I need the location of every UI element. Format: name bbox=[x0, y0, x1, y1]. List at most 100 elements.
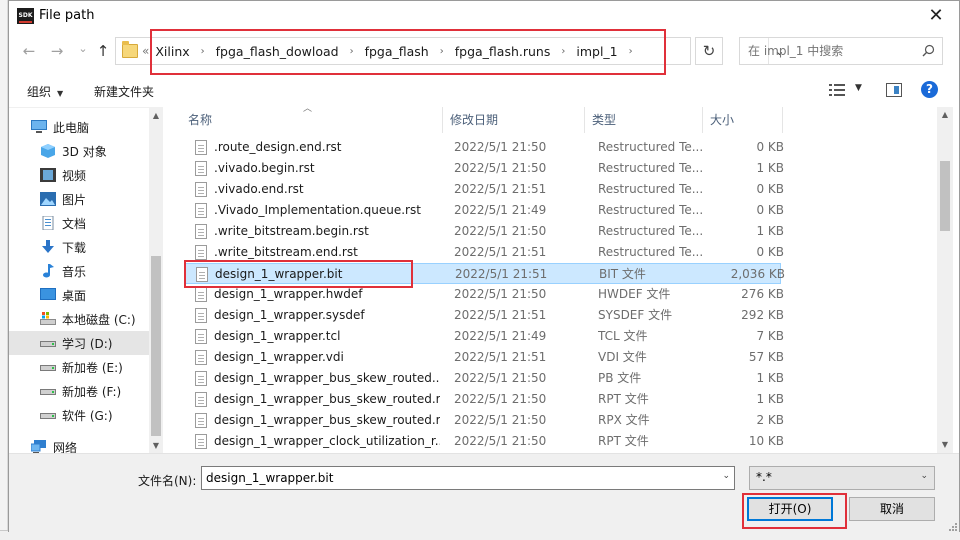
file-row[interactable]: design_1_wrapper_bus_skew_routed.... 202… bbox=[185, 368, 784, 389]
file-row[interactable]: .write_bitstream.end.rst 2022/5/1 21:51 … bbox=[185, 242, 784, 263]
file-row[interactable]: .vivado.begin.rst 2022/5/1 21:50 Restruc… bbox=[185, 158, 784, 179]
sidebar-item-drive-f[interactable]: 新加卷 (F:) bbox=[9, 379, 149, 403]
file-row[interactable]: design_1_wrapper_bus_skew_routed.r... 20… bbox=[185, 410, 784, 431]
chevron-right-icon[interactable]: › bbox=[350, 46, 354, 57]
refresh-icon[interactable]: ↻ bbox=[695, 37, 723, 65]
column-header-size[interactable]: 大小 bbox=[703, 107, 783, 133]
preview-pane-icon[interactable] bbox=[886, 83, 902, 97]
view-caret-down-icon[interactable]: ▼ bbox=[855, 83, 862, 93]
file-row[interactable]: .route_design.end.rst 2022/5/1 21:50 Res… bbox=[185, 137, 784, 158]
breadcrumb-item[interactable]: Xilinx bbox=[155, 44, 189, 59]
window-title: File path bbox=[39, 8, 95, 23]
command-toolbar: 组织 ▼ 新建文件夹 ▼ ? bbox=[9, 73, 959, 107]
file-type: HWDEF 文件 bbox=[598, 287, 671, 301]
file-row[interactable]: .write_bitstream.begin.rst 2022/5/1 21:5… bbox=[185, 221, 784, 242]
file-row-selected[interactable]: design_1_wrapper.bit 2022/5/1 21:51 BIT … bbox=[185, 263, 785, 284]
file-row[interactable]: .Vivado_Implementation.queue.rst 2022/5/… bbox=[185, 200, 784, 221]
search-box[interactable] bbox=[739, 37, 943, 65]
scroll-down-icon[interactable]: ▼ bbox=[149, 438, 163, 454]
close-icon[interactable]: ✕ bbox=[919, 4, 953, 28]
sidebar-item-label: 图片 bbox=[62, 192, 87, 207]
organize-label: 组织 bbox=[27, 85, 52, 99]
column-header-date[interactable]: 修改日期 bbox=[443, 107, 585, 133]
column-header-type[interactable]: 类型 bbox=[585, 107, 703, 133]
sidebar-item-label: 软件 (G:) bbox=[62, 408, 113, 423]
chevron-right-icon[interactable]: › bbox=[440, 46, 444, 57]
dialog-footer: 文件名(N): design_1_wrapper.bit ⌄ *.* ⌄ 打开(… bbox=[9, 453, 959, 533]
file-date: 2022/5/1 21:50 bbox=[454, 392, 547, 406]
file-row[interactable]: design_1_wrapper.sysdef 2022/5/1 21:51 S… bbox=[185, 305, 784, 326]
file-path-dialog: SDK File path ✕ ← → ⌄ ↑ « Xilinx › fpga_… bbox=[8, 0, 960, 533]
sidebar-item-downloads[interactable]: 下载 bbox=[9, 235, 149, 259]
file-name: design_1_wrapper.tcl bbox=[214, 329, 341, 343]
filename-dropdown-icon[interactable]: ⌄ bbox=[722, 471, 730, 481]
sidebar-item-label: 此电脑 bbox=[53, 120, 90, 135]
breadcrumb-item[interactable]: fpga_flash.runs bbox=[455, 44, 551, 59]
file-row[interactable]: design_1_wrapper.tcl 2022/5/1 21:49 TCL … bbox=[185, 326, 784, 347]
sidebar-item-drive-c[interactable]: 本地磁盘 (C:) bbox=[9, 307, 149, 331]
column-header-name[interactable]: 名称 bbox=[181, 107, 443, 133]
sidebar-item-this-pc[interactable]: 此电脑 bbox=[9, 115, 149, 139]
file-row[interactable]: design_1_wrapper.hwdef 2022/5/1 21:50 HW… bbox=[185, 284, 784, 305]
file-size: 0 KB bbox=[756, 182, 784, 196]
view-options-icon[interactable] bbox=[829, 83, 845, 97]
file-size: 276 KB bbox=[741, 287, 784, 301]
sidebar-item-label: 视频 bbox=[62, 168, 87, 183]
document-icon bbox=[40, 215, 56, 231]
sidebar-item-pictures[interactable]: 图片 bbox=[9, 187, 149, 211]
chevron-right-icon[interactable]: › bbox=[629, 46, 633, 57]
filename-input[interactable]: design_1_wrapper.bit ⌄ bbox=[201, 466, 735, 490]
file-icon bbox=[195, 287, 207, 302]
file-name: design_1_wrapper_bus_skew_routed.r... bbox=[214, 413, 440, 427]
scroll-up-icon[interactable]: ▲ bbox=[149, 108, 163, 124]
sidebar-item-3d-objects[interactable]: 3D 对象 bbox=[9, 139, 149, 163]
scrollbar-thumb[interactable] bbox=[940, 161, 950, 231]
file-date: 2022/5/1 21:50 bbox=[454, 224, 547, 238]
help-icon[interactable]: ? bbox=[921, 81, 938, 98]
breadcrumb-overflow-icon[interactable]: « bbox=[142, 44, 149, 58]
search-input[interactable] bbox=[740, 38, 916, 64]
scroll-down-icon[interactable]: ▼ bbox=[938, 437, 952, 453]
scroll-up-icon[interactable]: ▲ bbox=[938, 107, 952, 123]
back-arrow-icon[interactable]: ← bbox=[19, 41, 39, 61]
sidebar-item-desktop[interactable]: 桌面 bbox=[9, 283, 149, 307]
recent-locations-dropdown-icon[interactable]: ⌄ bbox=[73, 39, 93, 59]
file-date: 2022/5/1 21:50 bbox=[454, 287, 547, 301]
open-button[interactable]: 打开(O) bbox=[747, 497, 833, 521]
sidebar-item-drive-d[interactable]: 学习 (D:) bbox=[9, 331, 149, 355]
address-bar[interactable]: « Xilinx › fpga_flash_dowload › fpga_fla… bbox=[115, 37, 785, 65]
navigation-scrollbar[interactable]: ▲ ▼ bbox=[149, 108, 163, 454]
organize-menu[interactable]: 组织 ▼ bbox=[27, 83, 63, 100]
file-row[interactable]: design_1_wrapper_bus_skew_routed.r... 20… bbox=[185, 389, 784, 410]
breadcrumb-item[interactable]: fpga_flash_dowload bbox=[216, 44, 339, 59]
sidebar-item-music[interactable]: 音乐 bbox=[9, 259, 149, 283]
breadcrumb-item[interactable]: impl_1 bbox=[576, 44, 617, 59]
file-list-scrollbar[interactable]: ▲ ▼ bbox=[937, 107, 953, 453]
chevron-right-icon[interactable]: › bbox=[561, 46, 565, 57]
sidebar-item-label: 新加卷 (E:) bbox=[62, 360, 123, 375]
file-row[interactable]: design_1_wrapper.vdi 2022/5/1 21:51 VDI … bbox=[185, 347, 784, 368]
breadcrumb-item[interactable]: fpga_flash bbox=[365, 44, 429, 59]
chevron-right-icon[interactable]: › bbox=[201, 46, 205, 57]
file-type-filter-select[interactable]: *.* ⌄ bbox=[749, 466, 935, 490]
file-size: 2,036 KB bbox=[730, 267, 785, 281]
sidebar-item-documents[interactable]: 文档 bbox=[9, 211, 149, 235]
file-icon bbox=[195, 350, 207, 365]
file-row[interactable]: .vivado.end.rst 2022/5/1 21:51 Restructu… bbox=[185, 179, 784, 200]
forward-arrow-icon[interactable]: → bbox=[47, 41, 67, 61]
new-folder-button[interactable]: 新建文件夹 bbox=[94, 83, 154, 100]
sidebar-item-label: 3D 对象 bbox=[62, 144, 107, 159]
file-list: ︿ 名称 修改日期 类型 大小 .route_design.end.rst 20… bbox=[163, 104, 953, 453]
sidebar-item-videos[interactable]: 视频 bbox=[9, 163, 149, 187]
sidebar-item-drive-g[interactable]: 软件 (G:) bbox=[9, 403, 149, 427]
scrollbar-thumb[interactable] bbox=[151, 256, 161, 436]
file-row[interactable]: design_1_wrapper_clock_utilization_r... … bbox=[185, 431, 784, 452]
file-name: .vivado.begin.rst bbox=[214, 161, 315, 175]
resize-grip-icon[interactable] bbox=[947, 521, 957, 531]
sidebar-item-drive-e[interactable]: 新加卷 (E:) bbox=[9, 355, 149, 379]
file-date: 2022/5/1 21:50 bbox=[454, 371, 547, 385]
file-size: 0 KB bbox=[756, 140, 784, 154]
up-arrow-icon[interactable]: ↑ bbox=[93, 41, 113, 61]
cancel-button[interactable]: 取消 bbox=[849, 497, 935, 521]
file-date: 2022/5/1 21:50 bbox=[454, 161, 547, 175]
